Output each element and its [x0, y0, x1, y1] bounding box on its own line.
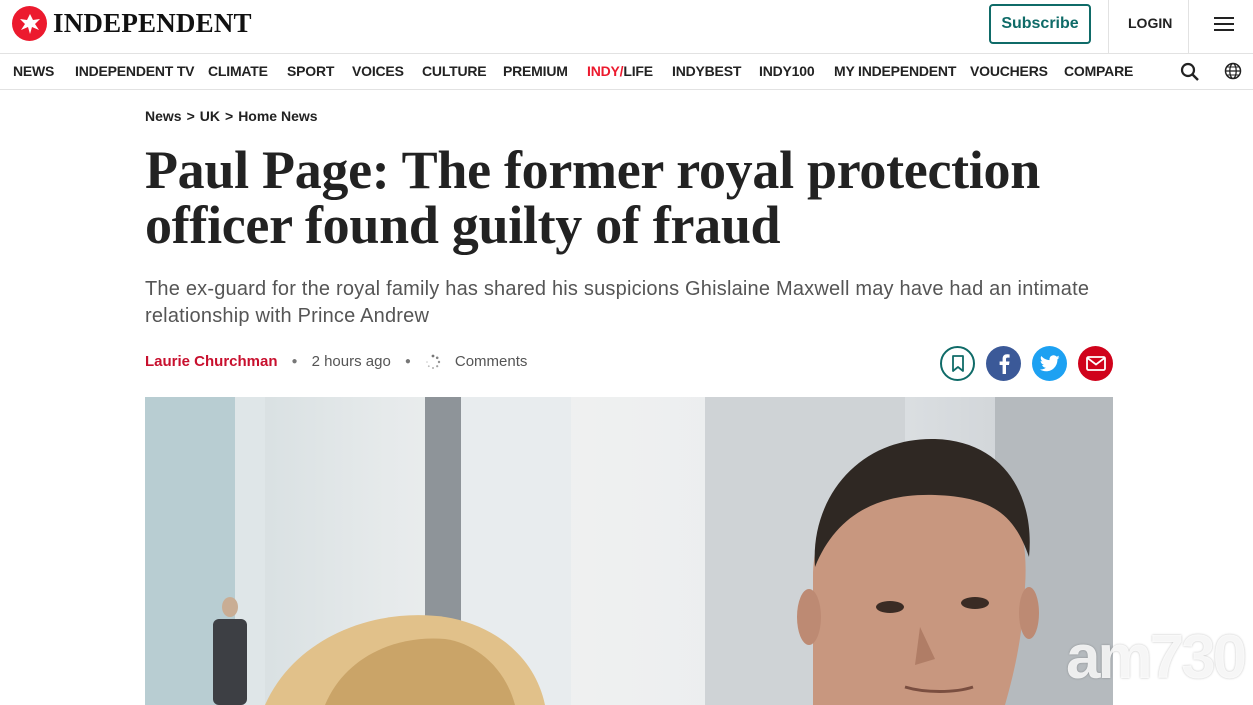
nav-item-culture[interactable]: CULTURE	[422, 63, 487, 79]
bullet-separator: ●	[404, 356, 411, 367]
login-link[interactable]: LOGIN	[1128, 15, 1172, 31]
email-share-button[interactable]	[1078, 346, 1113, 381]
mail-icon	[1085, 356, 1106, 371]
nav-item-climate[interactable]: CLIMATE	[208, 63, 268, 79]
search-icon[interactable]	[1180, 62, 1200, 87]
nav-item-sport[interactable]: SPORT	[287, 63, 334, 79]
hero-image	[145, 397, 1113, 705]
twitter-icon	[1039, 355, 1060, 372]
breadcrumb-home-news[interactable]: Home News	[238, 108, 317, 124]
nav-item-premium[interactable]: PREMIUM	[503, 63, 568, 79]
twitter-share-button[interactable]	[1032, 346, 1067, 381]
nav-item-indy-life[interactable]: INDY/LIFE	[587, 63, 653, 79]
globe-icon[interactable]	[1224, 62, 1242, 85]
nav-item-indybest[interactable]: INDYBEST	[672, 63, 741, 79]
bookmark-icon	[951, 354, 964, 372]
author-link[interactable]: Laurie Churchman	[145, 353, 278, 370]
indy-suffix: LIFE	[623, 63, 653, 79]
article-headline: Paul Page: The former royal protection o…	[145, 140, 1040, 255]
logo-text: INDEPENDENT	[53, 8, 252, 38]
eagle-logo-icon	[12, 6, 47, 41]
facebook-share-button[interactable]	[986, 346, 1021, 381]
hero-photo	[145, 397, 1113, 705]
article-standfirst: The ex-guard for the royal family has sh…	[145, 278, 1090, 327]
breadcrumb-separator: >	[186, 108, 195, 124]
nav-item-vouchers[interactable]: VOUCHERS	[970, 63, 1048, 79]
byline: Laurie Churchman ● 2 hours ago ● Comment…	[145, 353, 527, 370]
photo-watermark: am730	[1066, 623, 1247, 692]
publish-time: 2 hours ago	[311, 353, 391, 370]
divider	[1108, 0, 1109, 53]
divider	[1188, 0, 1189, 53]
nav-item-voices[interactable]: VOICES	[352, 63, 404, 79]
breadcrumb: News > UK > Home News	[145, 108, 318, 124]
nav-item-indy100[interactable]: INDY100	[759, 63, 815, 79]
logo[interactable]: INDEPENDENT	[12, 6, 252, 41]
breadcrumb-separator: >	[225, 108, 234, 124]
loading-spinner-icon	[425, 354, 441, 370]
bookmark-button[interactable]	[940, 346, 975, 381]
menu-icon[interactable]	[1214, 17, 1234, 35]
comments-link[interactable]: Comments	[455, 353, 528, 370]
breadcrumb-news[interactable]: News	[145, 108, 182, 124]
top-bar: INDEPENDENT Subscribe LOGIN	[0, 0, 1253, 54]
bullet-separator: ●	[291, 356, 298, 367]
indy-prefix: INDY/	[587, 63, 624, 79]
nav-item-news[interactable]: NEWS	[13, 63, 54, 79]
nav-item-compare[interactable]: COMPARE	[1064, 63, 1133, 79]
nav-item-my-independent[interactable]: MY INDEPENDENT	[834, 63, 956, 79]
nav-item-independent-tv[interactable]: INDEPENDENT TV	[75, 63, 195, 79]
subscribe-button[interactable]: Subscribe	[989, 4, 1091, 44]
facebook-icon	[999, 353, 1010, 374]
breadcrumb-uk[interactable]: UK	[200, 108, 220, 124]
main-nav: NEWS INDEPENDENT TV CLIMATE SPORT VOICES…	[0, 54, 1253, 90]
